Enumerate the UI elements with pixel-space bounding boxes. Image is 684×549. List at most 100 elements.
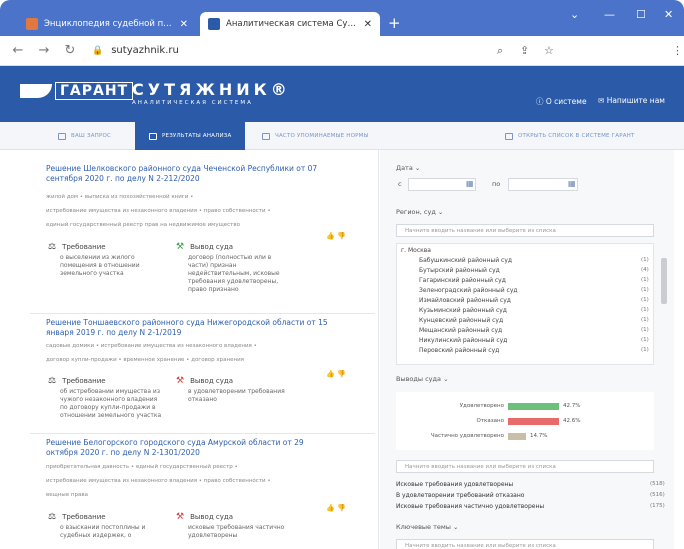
maximize-icon[interactable]: ☐: [636, 8, 646, 21]
like-dislike-buttons[interactable]: 👍 👎: [326, 232, 346, 240]
court-count: (1): [641, 297, 649, 303]
tab-query[interactable]: ВАШ ЗАПРОС: [58, 122, 111, 150]
conclusion-text: договор (полностью или в части) признан …: [188, 254, 280, 293]
conclusion-heading: ⚒ Вывод суда: [176, 376, 234, 386]
url-text: sutyazhnik.ru: [111, 45, 179, 56]
garant-logo[interactable]: ГАРАНТ: [20, 82, 134, 100]
court-count: (1): [641, 307, 649, 313]
scales-icon: ⚖: [48, 512, 57, 522]
back-arrow-icon[interactable]: ←: [10, 43, 26, 58]
new-tab-button[interactable]: +: [388, 14, 401, 32]
brand: СУТЯЖНИК® АНАЛИТИЧЕСКАЯ СИСТЕМА: [132, 80, 291, 106]
region-filter-label[interactable]: Регион, суд ⌄: [396, 208, 443, 216]
brand-subtitle: АНАЛИТИЧЕСКАЯ СИСТЕМА: [132, 100, 253, 106]
scales-icon: ⚖: [48, 242, 57, 252]
close-icon[interactable]: ✕: [364, 19, 372, 30]
outcome-search-input[interactable]: Начните вводить название или выберите из…: [396, 460, 654, 473]
outcome-filter-label[interactable]: Выводы суда ⌄: [396, 375, 449, 383]
date-to-label: по: [492, 180, 501, 188]
court-item[interactable]: Перовский районный суд: [419, 347, 499, 354]
court-item[interactable]: Бутырский районный суд: [419, 267, 500, 274]
court-item[interactable]: Гагаринский районный суд: [419, 277, 506, 284]
result-tags: договор купли-продажи • временное хранен…: [46, 357, 244, 363]
court-list: г. Москва Бабушкинский районный суд (1) Б…: [396, 243, 667, 365]
requirement-text: о выселении из жилого помещения в отноше…: [60, 254, 140, 277]
keywords-search-input[interactable]: Начните вводить название или выберите из…: [396, 539, 654, 549]
close-window-icon[interactable]: ✕: [664, 8, 673, 21]
zoom-icon[interactable]: ⌕: [497, 44, 503, 58]
result-title-link[interactable]: Решение Тоншаевского районного суда Ниже…: [46, 318, 331, 338]
court-count: (1): [641, 337, 649, 343]
share-icon[interactable]: ⇪: [520, 44, 529, 57]
result-tags: садовые домики • истребование имущества …: [46, 343, 257, 349]
bar-label: Удовлетворено: [459, 403, 504, 409]
region-group[interactable]: г. Москва: [401, 247, 431, 254]
bar[interactable]: [508, 433, 526, 440]
calendar-icon[interactable]: ▦: [466, 179, 474, 188]
chevron-down-icon[interactable]: ⌄: [570, 8, 579, 21]
tab-results[interactable]: РЕЗУЛЬТАТЫ АНАЛИЗА: [135, 122, 246, 150]
star-icon[interactable]: ☆: [544, 44, 554, 57]
court-count: (1): [641, 277, 649, 283]
outcome-item[interactable]: Исковые требования удовлетворены: [396, 481, 513, 488]
court-item[interactable]: Кузьминский районный суд: [419, 307, 507, 314]
garant-logo-text: ГАРАНТ: [55, 82, 134, 100]
conclusion-heading: ⚒ Вывод суда: [176, 512, 234, 522]
encyclopedia-favicon-icon: [26, 18, 38, 30]
url-field[interactable]: 🔒 sutyazhnik.ru: [92, 45, 179, 56]
tab-norms[interactable]: ЧАСТО УПОМИНАЕМЫЕ НОРМЫ: [262, 122, 369, 150]
result-title-link[interactable]: Решение Белогорского городского суда Аму…: [46, 438, 331, 458]
tab-sutyazhnik[interactable]: Аналитическая система Сутяж ✕: [200, 12, 380, 36]
tab-title: Энциклопедия судебной практ: [44, 19, 174, 29]
outcome-item[interactable]: Исковые требования частично удовлетворен…: [396, 503, 544, 510]
bar[interactable]: [508, 403, 559, 410]
open-list-button[interactable]: ОТКРЫТЬ СПИСОК В СИСТЕМЕ ГАРАНТ: [505, 122, 635, 150]
result-card: Решение Тоншаевского районного суда Ниже…: [30, 314, 375, 434]
court-item[interactable]: Измайловский районный суд: [419, 297, 511, 304]
requirement-heading: ⚖ Требование: [48, 512, 106, 522]
forward-arrow-icon[interactable]: →: [36, 43, 52, 58]
result-tags: жилой дом • выписка из похозяйственной к…: [46, 194, 194, 200]
bar-label: Отказано: [476, 418, 504, 424]
calendar-icon[interactable]: ▦: [568, 179, 576, 188]
tab-encyclopedia[interactable]: Энциклопедия судебной практ ✕: [18, 12, 196, 36]
contact-link[interactable]: ✉ Напишите нам: [598, 96, 665, 105]
minimize-icon[interactable]: —: [604, 8, 615, 21]
filters-panel: Дата ⌄ с ▦ по ▦ Регион, суд ⌄ Начните вв…: [380, 150, 674, 549]
bar-value: 42.7%: [563, 403, 581, 409]
court-item[interactable]: Бабушкинский районный суд: [419, 257, 512, 264]
outcome-count: (516): [650, 492, 665, 498]
result-tags: единый государственный реестр прав на не…: [46, 222, 240, 228]
court-count: (1): [641, 327, 649, 333]
court-item[interactable]: Мещанский районный суд: [419, 327, 502, 334]
date-filter-label[interactable]: Дата ⌄: [396, 164, 420, 172]
conclusion-text: исковые требования частично удовлетворен…: [188, 524, 285, 539]
court-item[interactable]: Кунцевский районный суд: [419, 317, 503, 324]
like-dislike-buttons[interactable]: 👍 👎: [326, 370, 346, 378]
results-list: Решение Шелковского районного суда Чечен…: [30, 152, 375, 549]
like-dislike-buttons[interactable]: 👍 👎: [326, 504, 346, 512]
document-icon: [262, 132, 270, 140]
close-icon[interactable]: ✕: [180, 19, 188, 30]
court-count: (1): [641, 287, 649, 293]
keywords-filter-label[interactable]: Ключевые темы ⌄: [396, 523, 458, 531]
scrollbar-thumb[interactable]: [661, 258, 667, 304]
chevron-down-icon: ⌄: [414, 164, 421, 172]
result-card: Решение Белогорского городского суда Аму…: [30, 434, 375, 549]
region-search-input[interactable]: Начните вводить название или выберите из…: [396, 224, 654, 237]
result-tags: истребование имущества из незаконного вл…: [46, 208, 271, 214]
court-item[interactable]: Никулинский районный суд: [419, 337, 507, 344]
court-item[interactable]: Зеленоградский районный суд: [419, 287, 518, 294]
chevron-down-icon: ⌄: [437, 208, 444, 216]
result-title-link[interactable]: Решение Шелковского районного суда Чечен…: [46, 164, 331, 184]
outcome-chart: Удовлетворено 42.7% Отказано 42.6% Части…: [396, 392, 654, 450]
reload-icon[interactable]: ↻: [62, 43, 78, 58]
about-link[interactable]: ⓘ О системе: [536, 96, 587, 107]
bar-value: 14.7%: [530, 433, 548, 439]
menu-icon[interactable]: ⋮: [672, 44, 683, 57]
outcome-item[interactable]: В удовлетворении требований отказано: [396, 492, 524, 499]
external-icon: [505, 132, 513, 140]
bar[interactable]: [508, 418, 559, 425]
outcome-count: (518): [650, 481, 665, 487]
garant-favicon-icon: [208, 18, 220, 30]
